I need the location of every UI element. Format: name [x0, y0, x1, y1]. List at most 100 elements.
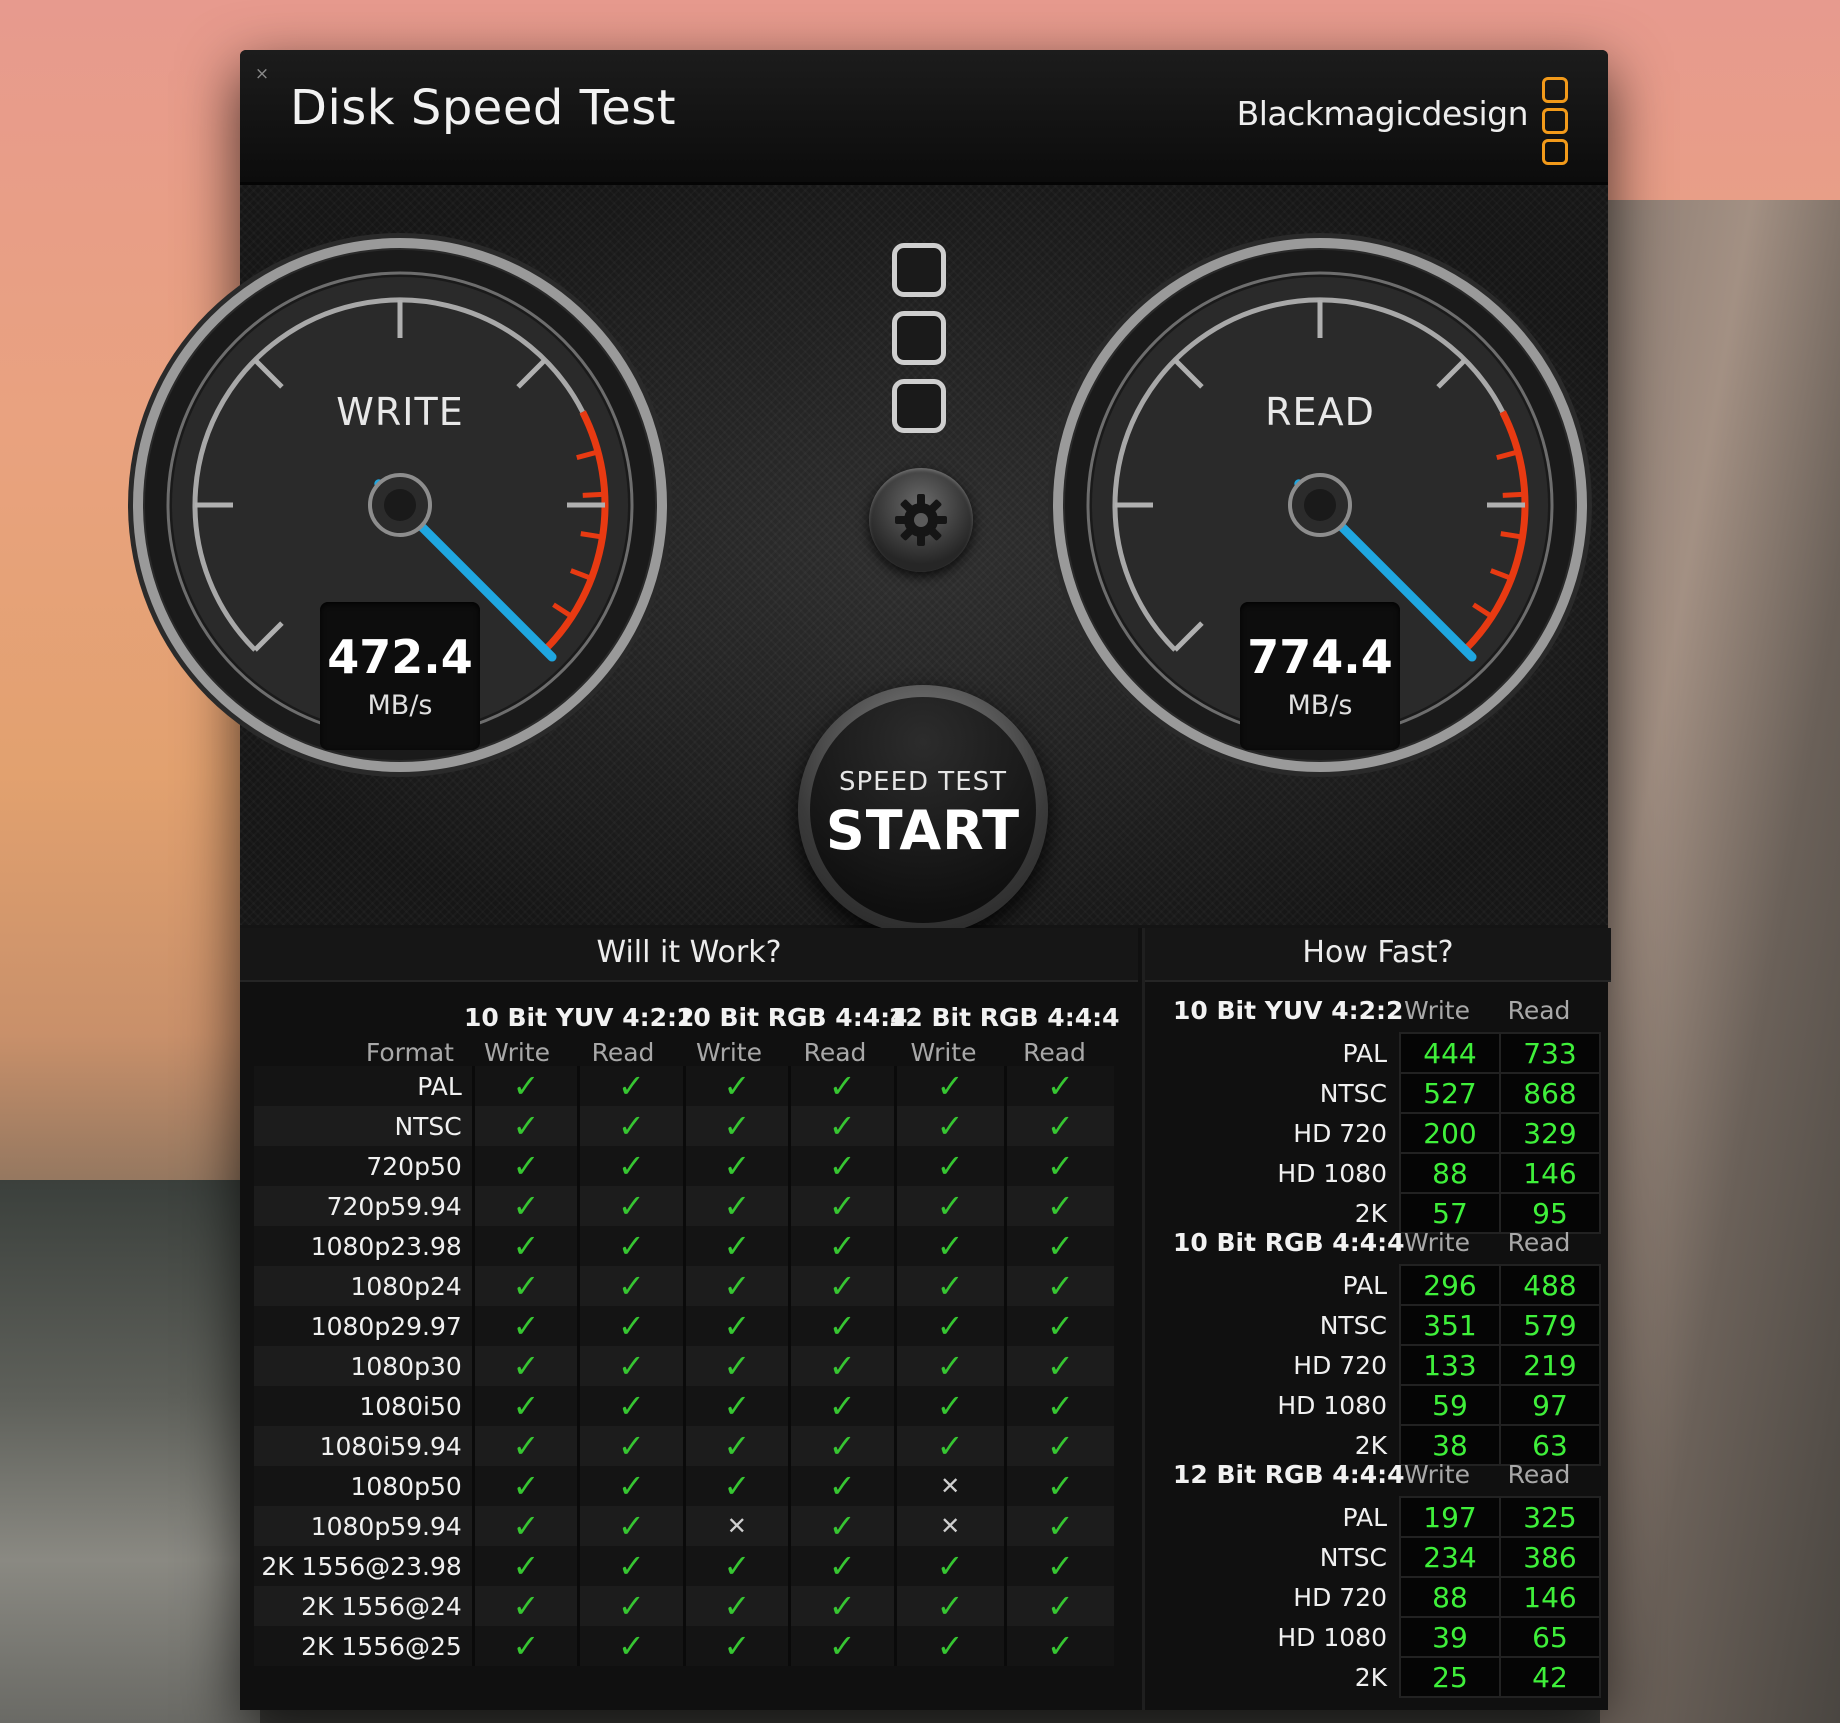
compatibility-cell: ✓ — [577, 1066, 685, 1106]
subcol-write-3: Write — [910, 1038, 977, 1067]
write-fps-value: 527 — [1399, 1072, 1501, 1114]
write-column-header: Write — [1403, 1460, 1470, 1489]
compatibility-cell: ✓ — [682, 1546, 790, 1586]
compatibility-cell: ✓ — [577, 1266, 685, 1306]
table-row: 1080i59.94 ✓ ✓ ✓ ✓ ✓ ✓ — [254, 1426, 1114, 1466]
check-icon: ✓ — [618, 1147, 645, 1185]
compatibility-cell: ✓ — [788, 1226, 896, 1266]
check-icon: ✓ — [512, 1507, 540, 1545]
compatibility-cell: ✓ — [1003, 1546, 1114, 1586]
compatibility-cell: ✓ — [577, 1586, 685, 1626]
table-row: PAL ✓ ✓ ✓ ✓ ✓ ✓ — [254, 1066, 1114, 1106]
check-icon: ✓ — [723, 1587, 751, 1625]
read-fps-value: 42 — [1499, 1656, 1601, 1698]
write-fps-value: 444 — [1399, 1032, 1501, 1074]
compatibility-cell: ✓ — [577, 1226, 685, 1266]
compatibility-cell: ✓ — [1003, 1186, 1114, 1226]
check-icon: ✓ — [512, 1067, 540, 1105]
close-button[interactable]: × — [252, 64, 272, 84]
compatibility-cell: ✓ — [788, 1626, 896, 1666]
how-fast-panel: How Fast? 10 Bit YUV 4:2:2 Write Read PAL 44… — [1142, 928, 1611, 1710]
table-row: 1080p29.97 ✓ ✓ ✓ ✓ ✓ ✓ — [254, 1306, 1114, 1346]
compatibility-cell: ✓ — [471, 1226, 579, 1266]
resolution-label: HD 720 — [1293, 1118, 1387, 1148]
resolution-label: NTSC — [1319, 1542, 1387, 1572]
table-row: HD 1080 59 97 — [1161, 1384, 1601, 1426]
check-icon: ✓ — [618, 1227, 645, 1265]
compatibility-cell: ✓ — [788, 1546, 896, 1586]
read-fps-value: 386 — [1499, 1536, 1601, 1578]
write-fps-value: 351 — [1399, 1304, 1501, 1346]
check-icon: ✓ — [512, 1627, 540, 1665]
check-icon: ✓ — [1046, 1507, 1074, 1545]
check-icon: ✓ — [1046, 1147, 1074, 1185]
check-icon: ✓ — [512, 1347, 540, 1385]
check-icon: ✓ — [618, 1507, 645, 1545]
table-row: 720p59.94 ✓ ✓ ✓ ✓ ✓ ✓ — [254, 1186, 1114, 1226]
how-fast-section: 12 Bit RGB 4:4:4 Write Read PAL 197 325 NTSC 23… — [1161, 1452, 1601, 1698]
check-icon: ✓ — [723, 1187, 751, 1225]
read-fps-value: 868 — [1499, 1072, 1601, 1114]
check-icon: ✓ — [936, 1587, 964, 1625]
compatibility-cell: ✓ — [471, 1626, 579, 1666]
how-fast-table: PAL 197 325 NTSC 234 386 HD 720 88 146 HD 1080 39 6… — [1161, 1496, 1601, 1698]
resolution-label: HD 1080 — [1277, 1622, 1387, 1652]
compatibility-cell: ✓ — [1003, 1306, 1114, 1346]
compatibility-cell: ✓ — [577, 1186, 685, 1226]
blackmagic-logo-icon — [1542, 77, 1570, 170]
format-name: 1080p50 — [254, 1466, 474, 1506]
compatibility-cell: ✓ — [788, 1106, 896, 1146]
check-icon: ✓ — [936, 1227, 964, 1265]
settings-button[interactable] — [869, 468, 973, 572]
how-fast-section: 10 Bit YUV 4:2:2 Write Read PAL 444 733 NTSC 52… — [1161, 988, 1601, 1234]
format-name: 1080p30 — [254, 1346, 474, 1386]
compatibility-cell: ✓ — [893, 1066, 1006, 1106]
subcol-read-2: Read — [803, 1038, 867, 1067]
cross-icon: ✕ — [940, 1512, 961, 1540]
check-icon: ✓ — [828, 1427, 856, 1465]
how-fast-table: PAL 444 733 NTSC 527 868 HD 720 200 329 HD 1080 88… — [1161, 1032, 1601, 1234]
gauge-redline-tick — [1500, 531, 1523, 540]
table-row: 2K 1556@25 ✓ ✓ ✓ ✓ ✓ ✓ — [254, 1626, 1114, 1666]
check-icon: ✓ — [723, 1387, 751, 1425]
table-row: 2K 1556@24 ✓ ✓ ✓ ✓ ✓ ✓ — [254, 1586, 1114, 1626]
table-row: NTSC 527 868 — [1161, 1072, 1601, 1114]
check-icon: ✓ — [936, 1307, 964, 1345]
start-button-face: SPEED TEST START — [810, 697, 1036, 923]
compatibility-cell: ✓ — [1003, 1106, 1114, 1146]
blackmagic-center-logo-icon — [892, 243, 952, 447]
format-name: 2K 1556@23.98 — [254, 1546, 474, 1586]
compatibility-cell: ✓ — [788, 1306, 896, 1346]
compatibility-cell: ✓ — [682, 1146, 790, 1186]
compatibility-cell: ✓ — [893, 1626, 1006, 1666]
compatibility-cell: ✓ — [471, 1546, 579, 1586]
compatibility-cell: ✓ — [1003, 1586, 1114, 1626]
check-icon: ✓ — [828, 1347, 856, 1385]
format-name: 1080i50 — [254, 1386, 474, 1426]
table-row: HD 1080 88 146 — [1161, 1152, 1601, 1194]
section-title: 10 Bit RGB 4:4:4 — [1173, 1228, 1405, 1257]
check-icon: ✓ — [828, 1507, 856, 1545]
app-title: Disk Speed Test — [290, 80, 677, 136]
section-header: 10 Bit RGB 4:4:4 Write Read — [1161, 1220, 1601, 1264]
check-icon: ✓ — [512, 1427, 540, 1465]
resolution-label: 2K — [1354, 1662, 1387, 1692]
read-fps-value: 65 — [1499, 1616, 1601, 1658]
start-button[interactable]: SPEED TEST START — [798, 685, 1048, 935]
read-fps-value: 97 — [1499, 1384, 1601, 1426]
write-fps-value: 133 — [1399, 1344, 1501, 1386]
check-icon: ✓ — [1046, 1547, 1074, 1585]
format-name: 720p50 — [254, 1146, 474, 1186]
resolution-label: HD 720 — [1293, 1582, 1387, 1612]
format-column-header: Format — [365, 1038, 454, 1067]
check-icon: ✓ — [828, 1467, 856, 1505]
check-icon: ✓ — [723, 1267, 751, 1305]
format-name: 2K 1556@25 — [254, 1626, 474, 1666]
write-fps-value: 88 — [1399, 1152, 1501, 1194]
will-it-work-table: PAL ✓ ✓ ✓ ✓ ✓ ✓ NTSC ✓ ✓ ✓ ✓ ✓ ✓ 720p50 ✓ ✓ ✓ ✓ ✓ ✓ 720p59.94… — [254, 1066, 1114, 1666]
resolution-label: NTSC — [1319, 1310, 1387, 1340]
table-row: 1080p24 ✓ ✓ ✓ ✓ ✓ ✓ — [254, 1266, 1114, 1306]
compatibility-cell: ✓ — [682, 1386, 790, 1426]
compatibility-cell: ✓ — [1003, 1226, 1114, 1266]
compatibility-cell: ✓ — [471, 1146, 579, 1186]
